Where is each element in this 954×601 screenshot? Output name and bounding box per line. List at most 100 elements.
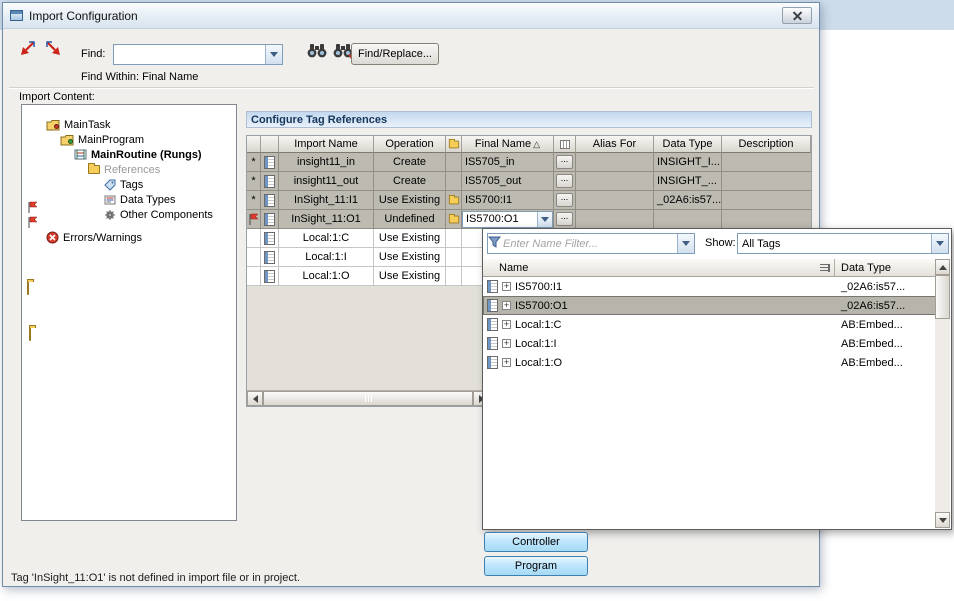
separator bbox=[9, 87, 814, 89]
scroll-down-icon[interactable] bbox=[935, 512, 950, 528]
find-within-icon[interactable] bbox=[306, 42, 328, 59]
expand-plus-icon[interactable]: + bbox=[502, 282, 511, 291]
browse-button[interactable]: ... bbox=[556, 212, 573, 226]
tag-icon bbox=[264, 270, 275, 283]
tree-item-references[interactable]: References bbox=[22, 162, 236, 177]
browse-button[interactable]: ... bbox=[556, 174, 573, 188]
scroll-up-icon[interactable] bbox=[935, 259, 950, 275]
scrollbar-thumb[interactable] bbox=[935, 275, 950, 319]
folder-cell bbox=[446, 172, 462, 191]
dropdown-arrow-icon[interactable] bbox=[931, 234, 948, 253]
operation-cell[interactable]: Undefined bbox=[374, 210, 446, 229]
alias-for-cell[interactable] bbox=[576, 191, 654, 210]
row-icon-cell bbox=[261, 210, 279, 229]
name-column-header[interactable]: Name bbox=[483, 259, 835, 276]
data-type-column-header[interactable]: Data Type bbox=[835, 259, 937, 276]
import-content-tree[interactable]: MainTask MainProgram MainRoutine (Rungs)… bbox=[21, 104, 237, 521]
find-within-label: Find Within: Final Name bbox=[81, 71, 198, 83]
find-previous-icon[interactable] bbox=[17, 39, 39, 59]
tag-list-header: Name Data Type bbox=[483, 259, 937, 277]
row-icon-cell bbox=[261, 172, 279, 191]
tag-list-item[interactable]: + Local:1:I AB:Embed... bbox=[483, 334, 937, 353]
vertical-scrollbar[interactable] bbox=[935, 259, 950, 528]
find-combobox[interactable] bbox=[113, 44, 283, 65]
browse-button[interactable]: ... bbox=[556, 193, 573, 207]
row-icon-cell bbox=[261, 267, 279, 286]
find-input[interactable] bbox=[114, 45, 265, 64]
final-name-combobox[interactable]: IS5700:O1 bbox=[462, 211, 553, 228]
name-filter-input[interactable] bbox=[501, 238, 677, 250]
tag-icon bbox=[487, 337, 498, 350]
tree-item-other-components[interactable]: Other Components bbox=[22, 207, 236, 222]
table-row: * InSight_11:I1 Use Existing IS5700:I1 .… bbox=[247, 191, 811, 210]
operation-cell[interactable]: Create bbox=[374, 153, 446, 172]
horizontal-scrollbar[interactable] bbox=[247, 390, 490, 406]
tree-item-maintask[interactable]: MainTask bbox=[22, 117, 236, 132]
find-replace-button[interactable]: Find/Replace... bbox=[351, 43, 439, 65]
tag-list-item-selected[interactable]: + IS5700:O1 _02A6:is57... bbox=[483, 296, 937, 315]
program-scope-button[interactable]: Program bbox=[484, 556, 588, 576]
operation-cell[interactable]: Use Existing bbox=[374, 191, 446, 210]
expand-plus-icon[interactable]: + bbox=[502, 301, 511, 310]
expand-plus-icon[interactable]: + bbox=[502, 320, 511, 329]
flag-marker-icon bbox=[27, 216, 38, 232]
tree-item-mainprogram[interactable]: MainProgram bbox=[22, 132, 236, 147]
alias-for-column-header[interactable]: Alias For bbox=[576, 136, 654, 153]
alias-for-cell[interactable] bbox=[576, 172, 654, 191]
browse-column-header[interactable] bbox=[554, 136, 576, 153]
dropdown-arrow-icon[interactable] bbox=[265, 45, 282, 64]
table-row: * insight11_in Create IS5705_in ... INSI… bbox=[247, 153, 811, 172]
tag-list-item[interactable]: + Local:1:C AB:Embed... bbox=[483, 315, 937, 334]
import-name-column-header[interactable]: Import Name bbox=[279, 136, 374, 153]
tag-icon bbox=[264, 251, 275, 264]
operation-cell[interactable]: Use Existing bbox=[374, 229, 446, 248]
description-column-header[interactable]: Description bbox=[722, 136, 811, 153]
import-name-cell: Local:1:I bbox=[279, 248, 374, 267]
browse-cell: ... bbox=[554, 172, 576, 191]
name-filter-combobox[interactable] bbox=[487, 233, 695, 254]
operation-cell[interactable]: Use Existing bbox=[374, 267, 446, 286]
data-types-icon bbox=[104, 194, 116, 206]
column-options-icon[interactable] bbox=[820, 264, 830, 272]
scroll-left-icon[interactable] bbox=[247, 391, 263, 406]
operation-column-header[interactable]: Operation bbox=[374, 136, 446, 153]
sort-ascending-icon: △ bbox=[533, 139, 540, 150]
tree-item-errors-warnings[interactable]: Errors/Warnings bbox=[22, 230, 236, 245]
tree-item-mainroutine[interactable]: MainRoutine (Rungs) bbox=[22, 147, 236, 162]
controller-scope-button[interactable]: Controller bbox=[484, 532, 588, 552]
expand-plus-icon[interactable]: + bbox=[502, 358, 511, 367]
scrollbar-track[interactable] bbox=[935, 319, 950, 512]
tree-item-tags[interactable]: Tags bbox=[22, 177, 236, 192]
tags-icon bbox=[104, 179, 116, 191]
final-name-cell[interactable]: IS5705_in bbox=[462, 153, 554, 172]
tag-icon bbox=[487, 280, 498, 293]
browse-button[interactable]: ... bbox=[556, 155, 573, 169]
final-name-cell[interactable]: IS5700:I1 bbox=[462, 191, 554, 210]
program-icon bbox=[60, 134, 74, 146]
find-next-icon[interactable] bbox=[42, 39, 64, 59]
operation-cell[interactable]: Use Existing bbox=[374, 248, 446, 267]
alias-for-cell[interactable] bbox=[576, 210, 654, 229]
dropdown-arrow-icon[interactable] bbox=[537, 212, 552, 227]
import-content-label: Import Content: bbox=[19, 91, 95, 103]
expand-plus-icon[interactable]: + bbox=[502, 339, 511, 348]
close-button[interactable] bbox=[782, 7, 812, 24]
final-name-column-header[interactable]: Final Name △ bbox=[462, 136, 554, 153]
tag-list-item[interactable]: + Local:1:O AB:Embed... bbox=[483, 353, 937, 372]
title-bar[interactable]: Import Configuration bbox=[3, 3, 819, 29]
scrollbar-thumb[interactable] bbox=[263, 391, 473, 406]
tree-item-data-types[interactable]: Data Types bbox=[22, 192, 236, 207]
row-marker bbox=[247, 248, 261, 267]
grid-icon bbox=[560, 140, 570, 149]
table-row-selected: InSight_11:O1 Undefined IS5700:O1 ... bbox=[247, 210, 811, 229]
dropdown-arrow-icon[interactable] bbox=[677, 234, 694, 253]
show-combobox[interactable]: All Tags bbox=[737, 233, 949, 254]
tag-list-item[interactable]: + IS5700:I1 _02A6:is57... bbox=[483, 277, 937, 296]
folder-column-header[interactable] bbox=[446, 136, 462, 153]
data-type-column-header[interactable]: Data Type bbox=[654, 136, 722, 153]
import-name-cell: insight11_in bbox=[279, 153, 374, 172]
final-name-cell[interactable]: IS5705_out bbox=[462, 172, 554, 191]
operation-cell[interactable]: Create bbox=[374, 172, 446, 191]
table-row: * insight11_out Create IS5705_out ... IN… bbox=[247, 172, 811, 191]
alias-for-cell[interactable] bbox=[576, 153, 654, 172]
